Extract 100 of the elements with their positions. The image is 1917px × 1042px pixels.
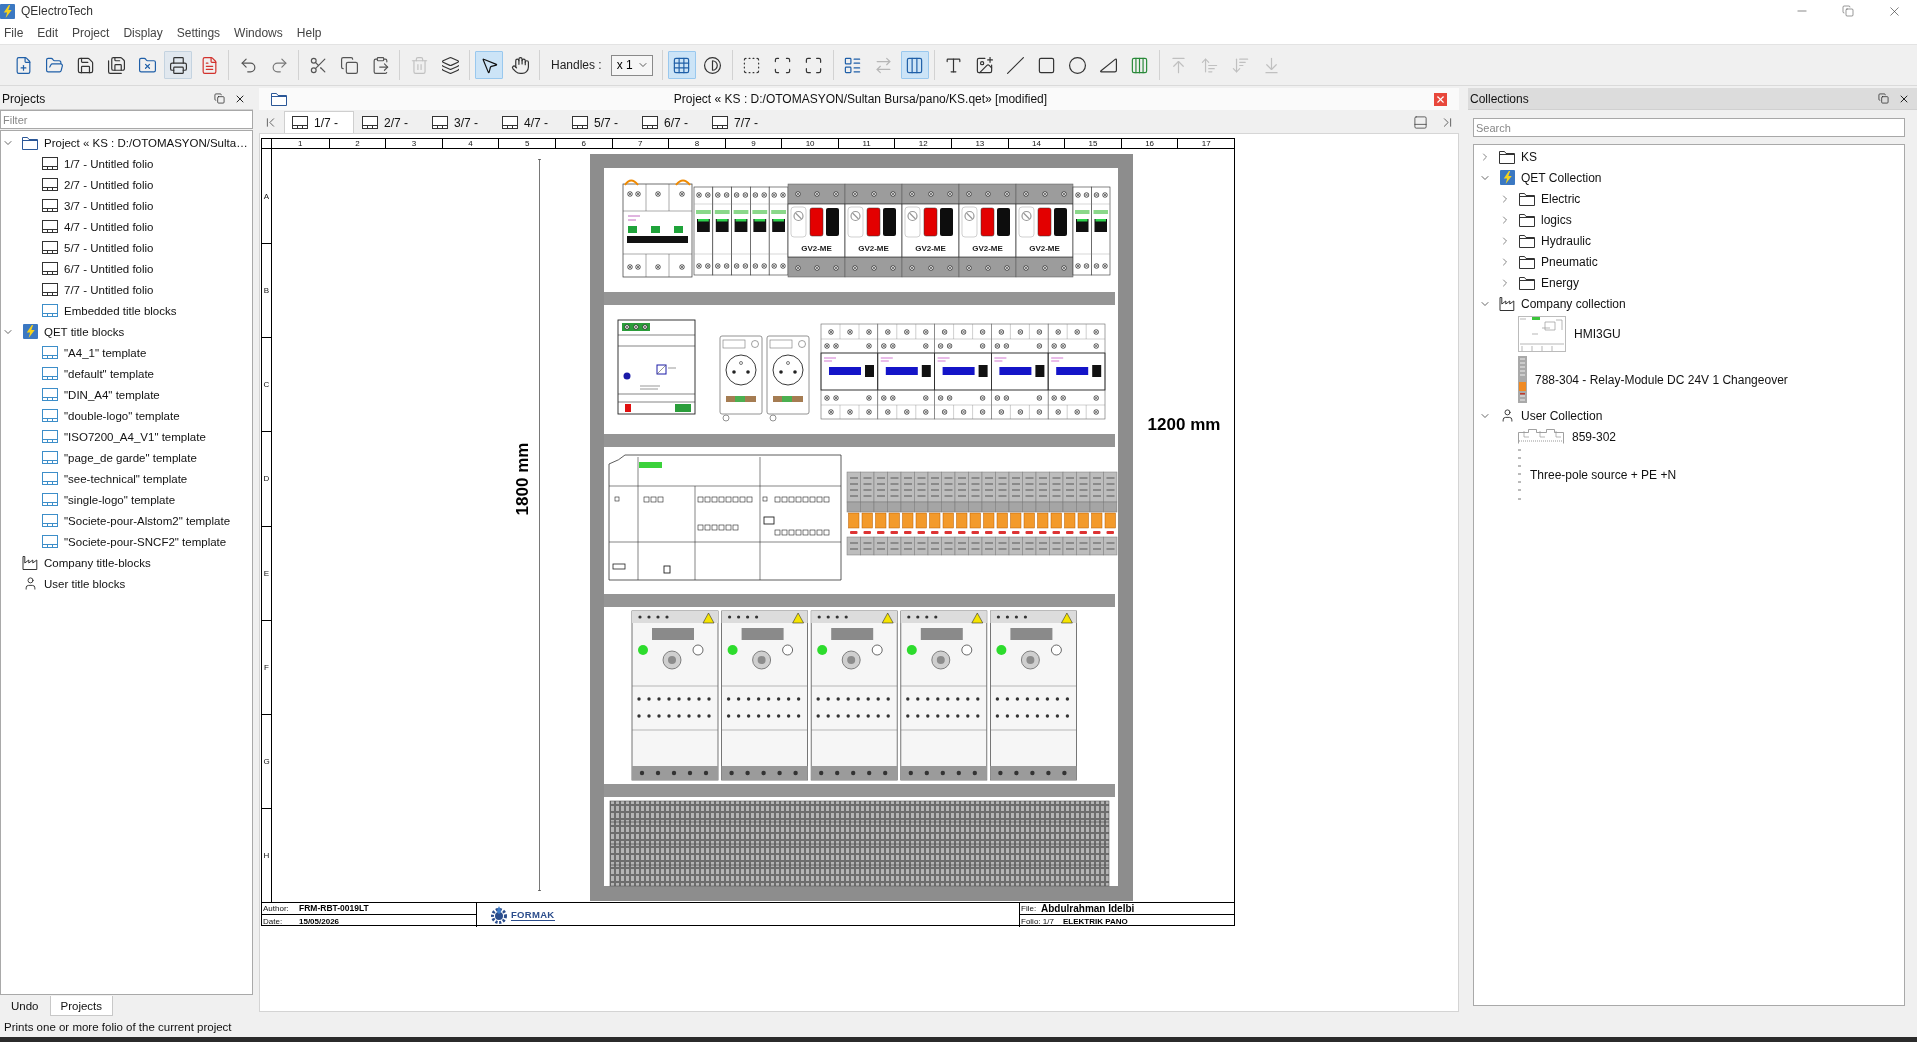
lightning-logo-icon xyxy=(22,324,38,339)
tree-item[interactable]: Pneumatic xyxy=(1498,251,1598,272)
dimension-label: 1200 mm xyxy=(1147,415,1221,435)
tree-item[interactable]: "DIN_A4" template xyxy=(21,384,160,405)
tree-item[interactable]: Embedded title blocks xyxy=(21,300,177,321)
folio-icon xyxy=(572,116,588,129)
maximize-icon xyxy=(804,55,824,75)
folder-x-icon xyxy=(137,55,157,75)
float-window-icon[interactable] xyxy=(1878,93,1889,104)
ruler-number: 2 xyxy=(355,139,360,148)
factory-icon xyxy=(22,555,38,570)
select-tool-button[interactable] xyxy=(475,51,503,79)
folio-icon xyxy=(42,199,58,212)
folio-icon xyxy=(42,283,58,296)
title-block-icon xyxy=(42,451,58,464)
tree-item[interactable]: User title blocks xyxy=(1,573,126,594)
columns-icon xyxy=(905,55,925,75)
company-logo-text: FORMAK xyxy=(511,909,555,921)
tree-item[interactable]: "page_de garde" template xyxy=(21,447,197,468)
ruler-number: 4 xyxy=(468,139,473,148)
folio-tab[interactable]: 6/7 - xyxy=(634,111,704,133)
tree-item[interactable]: "default" template xyxy=(21,363,154,384)
breaker-label: GV2-ME xyxy=(915,244,946,253)
dock-tab[interactable]: Projects xyxy=(49,996,114,1016)
tree-item[interactable]: Electric xyxy=(1498,188,1581,209)
tree-item[interactable]: QET Collection xyxy=(1478,167,1602,188)
tree-item[interactable]: 2/7 - Untitled folio xyxy=(21,174,154,195)
folio-tab[interactable]: 5/7 - xyxy=(564,111,634,133)
tree-item[interactable]: "A4_1" template xyxy=(21,342,147,363)
title-block-icon xyxy=(42,388,58,401)
menu-item[interactable]: Windows xyxy=(227,23,290,43)
field-label: Author: xyxy=(263,904,290,913)
tree-item[interactable]: "Societe-pour-Alstom2" template xyxy=(21,510,231,531)
ruler-letter: B xyxy=(263,286,270,296)
folio-tab[interactable]: 7/7 - xyxy=(704,111,774,133)
float-window-icon[interactable] xyxy=(214,93,225,104)
terminal-strip-icon xyxy=(1130,55,1150,75)
folio-tab[interactable]: 4/7 - xyxy=(494,111,564,133)
tree-item[interactable]: 1/7 - Untitled folio xyxy=(21,153,154,174)
tree-item[interactable]: 859-302 xyxy=(1498,426,1617,447)
title-block-icon xyxy=(42,409,58,422)
menu-item[interactable]: Edit xyxy=(30,23,66,43)
tree-item[interactable]: HMI3GU xyxy=(1498,314,1621,354)
tree-item[interactable]: "Societe-pour-SNCF2" template xyxy=(21,531,227,552)
tree-item[interactable]: 3/7 - Untitled folio xyxy=(21,195,154,216)
folio-tab[interactable]: 2/7 - xyxy=(354,111,424,133)
tree-item[interactable]: Company collection xyxy=(1478,293,1626,314)
tree-item[interactable]: QET title blocks xyxy=(1,321,125,342)
grid-icon xyxy=(672,55,692,75)
tree-item[interactable]: Hydraulic xyxy=(1498,230,1591,251)
terminal-button[interactable] xyxy=(900,51,929,79)
panel-thumbnail-icon xyxy=(1518,316,1566,352)
folder-icon xyxy=(22,135,38,150)
tree-item[interactable]: 4/7 - Untitled folio xyxy=(21,216,154,237)
tree-item[interactable]: Company title-blocks xyxy=(1,552,151,573)
dock-tab[interactable]: Undo xyxy=(0,996,50,1016)
breaker-label: GV2-ME xyxy=(1029,244,1060,253)
folio-icon xyxy=(292,116,308,129)
copy-icon xyxy=(339,55,359,75)
tree-item[interactable]: "ISO7200_A4_V1" template xyxy=(21,426,206,447)
tree-item[interactable]: 788-304 - Relay-Module DC 24V 1 Changeover xyxy=(1498,354,1788,405)
print-button[interactable] xyxy=(164,51,192,79)
menu-item[interactable]: Help xyxy=(289,23,329,43)
tree-item[interactable]: 6/7 - Untitled folio xyxy=(21,258,154,279)
tree-item[interactable]: "double-logo" template xyxy=(21,405,180,426)
tree-item[interactable]: KS xyxy=(1478,146,1537,167)
folio-icon xyxy=(362,116,378,129)
trash-icon xyxy=(409,55,429,75)
tree-item[interactable]: logics xyxy=(1498,209,1572,230)
restore-icon xyxy=(1842,5,1854,17)
ruler-number: 3 xyxy=(411,139,417,148)
menu-item[interactable]: Display xyxy=(116,23,170,43)
search-field[interactable]: Search xyxy=(1473,118,1905,137)
menu-item[interactable]: Project xyxy=(65,23,117,43)
grid-toggle-button[interactable] xyxy=(667,51,696,79)
folio-icon xyxy=(42,157,58,170)
menu-item[interactable]: File xyxy=(0,23,31,43)
folio-tab[interactable]: 3/7 - xyxy=(424,111,494,133)
tree-item[interactable]: "see-technical" template xyxy=(21,468,188,489)
tree-item[interactable]: "single-logo" template xyxy=(21,489,176,510)
menu-item[interactable]: Settings xyxy=(169,23,228,43)
ruler-letter: A xyxy=(263,191,270,201)
field-label: Date: xyxy=(263,916,284,926)
filter-field[interactable]: Filter xyxy=(0,110,253,129)
folio-icon xyxy=(502,116,518,129)
ruler-letter: G xyxy=(263,756,270,766)
tree-item[interactable]: 7/7 - Untitled folio xyxy=(21,279,154,300)
tree-item[interactable]: 5/7 - Untitled folio xyxy=(21,237,154,258)
tree-item[interactable]: Project « KS : D:/OTOMASYON/Sulta… xyxy=(1,132,248,153)
dimension-label: 1800 mm xyxy=(513,442,533,516)
panel-bottom-icon[interactable] xyxy=(1413,114,1428,130)
tree-item[interactable]: Three-pole source + PE +N xyxy=(1498,447,1677,503)
date-value: 15/05/2026 xyxy=(299,916,340,926)
tree-item[interactable]: Energy xyxy=(1498,272,1580,293)
close-icon xyxy=(1435,93,1446,105)
title-block-icon xyxy=(42,346,58,359)
close-project-button[interactable] xyxy=(1434,92,1447,106)
handles-select[interactable]: x 1 xyxy=(610,54,653,76)
tree-item[interactable]: User Collection xyxy=(1478,405,1603,426)
folio-tab[interactable]: 1/7 - xyxy=(284,111,354,133)
